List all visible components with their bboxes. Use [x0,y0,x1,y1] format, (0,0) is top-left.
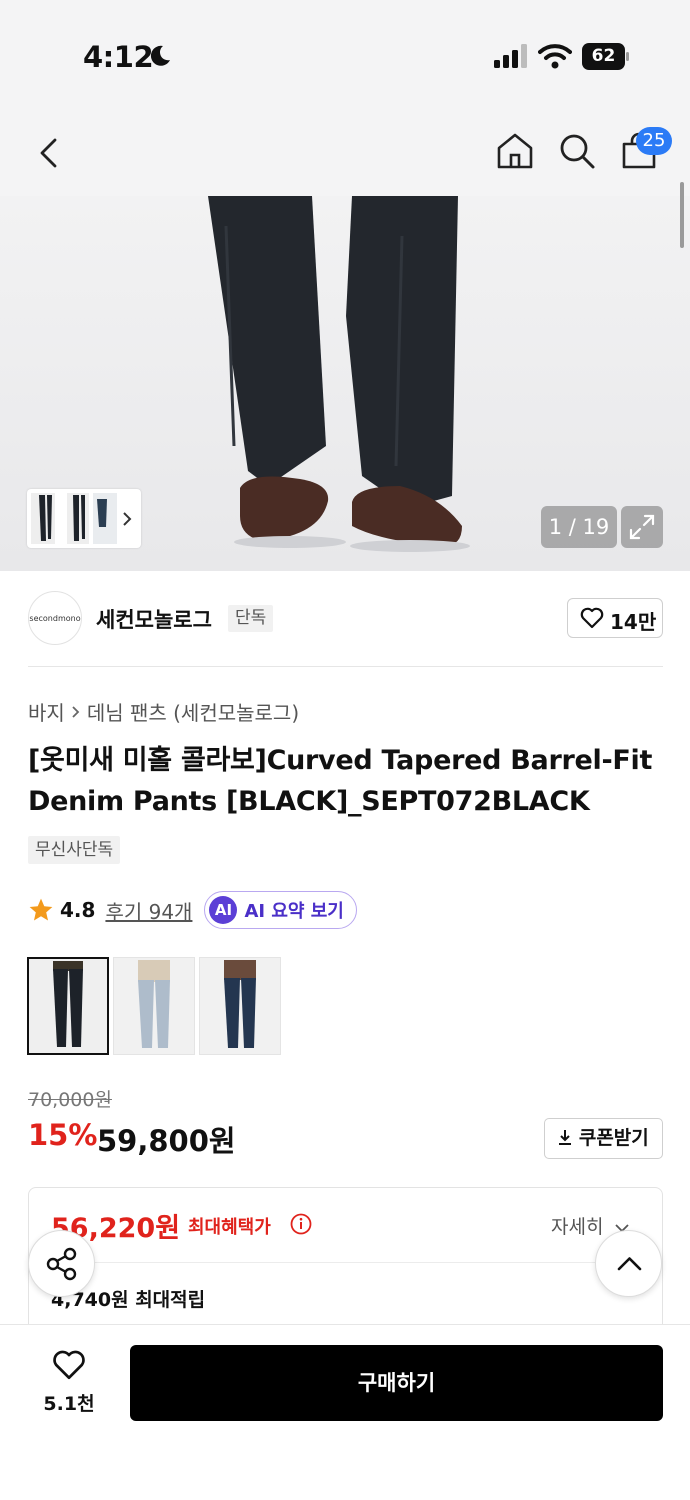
breadcrumb: 바지 데님 팬츠 (세컨모놀로그) [28,697,299,726]
max-benefit-card: 56,220원 최대혜택가 자세히 4,740원 최대적립 [28,1187,663,1337]
cart-count-badge: 25 [636,127,672,155]
star-icon [29,898,53,921]
brand-exclusive-tag: 단독 [228,605,274,632]
coupon-label: 쿠폰받기 [578,1127,649,1149]
expand-button[interactable] [621,506,663,548]
image-counter: 1 / 19 [541,506,617,548]
color-option-light-blue-image [114,958,194,1054]
color-option-black-image [29,959,107,1053]
breadcrumb-category[interactable]: 바지 [28,697,65,726]
chevron-up-icon [617,1257,642,1271]
back-chevron-icon[interactable] [38,138,60,168]
image-thumbnail-strip[interactable] [27,489,141,548]
discount-rate: 15% [28,1118,98,1152]
brand-like-count: 14만 [610,610,657,634]
review-count-link[interactable]: 후기 94개 [105,896,192,925]
original-price: 70,000원 [28,1089,112,1111]
wifi-icon [538,44,572,69]
ai-icon: AI [209,896,238,924]
wishlist-button[interactable]: 5.1천 [30,1345,108,1421]
download-icon [559,1130,572,1145]
thumbnail-next-icon[interactable] [122,511,132,527]
share-icon [46,1247,77,1281]
brand-name[interactable]: 세컨모놀로그 [96,604,212,634]
color-option-dark-blue[interactable] [199,957,281,1055]
sale-price: 59,800원 [97,1124,236,1158]
brand-like-button[interactable]: 14만 [567,598,663,638]
battery-level: 62 [591,46,616,66]
info-icon[interactable] [290,1213,312,1235]
ai-summary-label: AI 요약 보기 [244,901,344,922]
search-icon[interactable] [558,132,596,170]
brand-logo[interactable]: secondmono [28,591,82,645]
rating-value: 4.8 [60,898,96,922]
section-divider [28,666,663,667]
heart-icon [580,607,604,629]
wishlist-count: 5.1천 [43,1393,95,1415]
scroll-top-button[interactable] [595,1230,662,1297]
coupon-button[interactable]: 쿠폰받기 [544,1118,663,1159]
battery-icon: 62 [582,43,630,70]
product-title: [옷미새 미홀 콜라보]Curved Tapered Barrel-Fit De… [28,745,653,817]
status-bar: 4:12 62 [0,0,690,110]
heart-icon [53,1350,85,1380]
breadcrumb-subcategory[interactable]: 데님 팬츠 (세컨모놀로그) [87,697,299,726]
musinsa-exclusive-tag: 무신사단독 [28,836,121,864]
ai-summary-button[interactable]: AI AI 요약 보기 [204,891,357,929]
moon-icon [150,45,170,66]
share-button[interactable] [28,1230,95,1297]
expand-icon [629,514,655,540]
home-icon[interactable] [496,132,534,170]
color-option-dark-blue-image [200,958,280,1054]
color-option-black[interactable] [27,957,109,1055]
color-option-light-blue[interactable] [113,957,195,1055]
buy-button[interactable]: 구매하기 [130,1345,663,1421]
signal-icon [494,44,527,68]
page-scrollbar[interactable] [680,182,684,248]
rating-row: 4.8 후기 94개 AI AI 요약 보기 [28,890,357,930]
breadcrumb-chevron-icon [72,705,80,718]
top-nav [0,110,690,196]
card-divider [51,1262,641,1263]
status-time: 4:12 [83,40,154,74]
max-benefit-label: 최대혜택가 [188,1217,271,1238]
